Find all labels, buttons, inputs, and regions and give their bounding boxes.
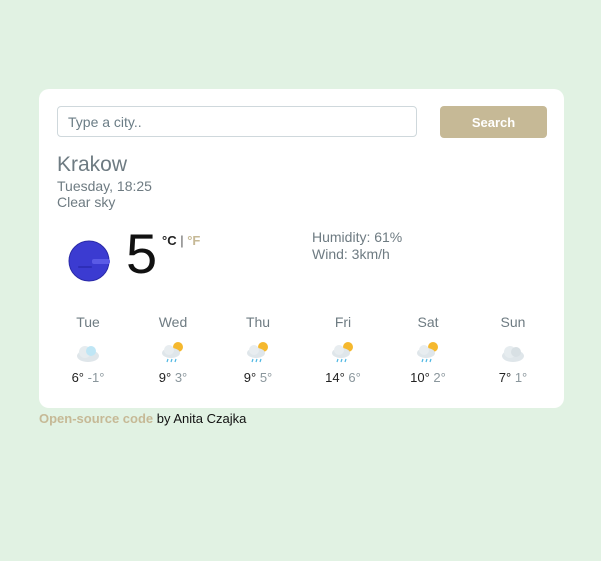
- celsius-unit[interactable]: °C: [162, 233, 177, 248]
- forecast-day-name: Sat: [417, 314, 439, 330]
- forecast-day: Wed 9° 3°: [138, 314, 208, 385]
- forecast-max: 6°: [71, 370, 85, 385]
- forecast-day-name: Sun: [500, 314, 526, 330]
- forecast-day-name: Wed: [158, 314, 188, 330]
- forecast-max: 10°: [410, 370, 430, 385]
- sun-cloud-rain-icon: [332, 342, 353, 363]
- unit-separator: |: [180, 233, 184, 248]
- forecast-temps: 6° -1°: [53, 370, 123, 385]
- forecast-day-name: Fri: [334, 314, 352, 330]
- clear-night-icon: [68, 240, 110, 282]
- city-search-input[interactable]: [57, 106, 417, 137]
- forecast-max: 14°: [325, 370, 345, 385]
- city-name: Krakow: [57, 153, 128, 176]
- footer: Open-source code by Anita Czajka: [39, 411, 246, 426]
- humidity-text: Humidity: 61%: [312, 229, 403, 245]
- weather-details: Humidity: 61% Wind: 3km/h: [312, 229, 402, 263]
- unit-toggle: °C | °F: [162, 233, 200, 248]
- current-temperature: 5: [126, 222, 158, 285]
- forecast-day: Sun 7° 1°: [478, 314, 548, 385]
- wind-text: Wind: 3km/h: [312, 246, 390, 262]
- forecast-max: 9°: [158, 370, 172, 385]
- author-credit: by Anita Czajka: [156, 411, 247, 426]
- forecast-day: Thu 9° 5°: [223, 314, 293, 385]
- forecast-temps: 9° 3°: [138, 370, 208, 385]
- cloud-icon: [77, 346, 99, 362]
- forecast-day: Sat 10° 2°: [393, 314, 463, 385]
- current-date: Tuesday, 18:25: [57, 178, 152, 194]
- forecast-temps: 14° 6°: [308, 370, 378, 385]
- sun-cloud-rain-icon: [417, 342, 438, 363]
- forecast-temps: 10° 2°: [393, 370, 463, 385]
- forecast-min: 3°: [174, 370, 188, 385]
- forecast-min: -1°: [87, 370, 105, 385]
- forecast-min: 5°: [259, 370, 273, 385]
- weather-description: Clear sky: [57, 194, 116, 210]
- forecast-max: 7°: [498, 370, 512, 385]
- sun-cloud-rain-icon: [247, 342, 268, 363]
- forecast-min: 1°: [514, 370, 528, 385]
- forecast-day: Tue 6° -1°: [53, 314, 123, 385]
- forecast-temps: 7° 1°: [478, 370, 548, 385]
- forecast-day-name: Tue: [76, 314, 100, 330]
- forecast-min: 6°: [348, 370, 361, 385]
- sun-cloud-rain-icon: [162, 342, 183, 363]
- forecast-min: 2°: [433, 370, 446, 385]
- forecast-day-name: Thu: [245, 314, 271, 330]
- cloud-icon: [502, 346, 524, 362]
- forecast: Tue 6° -1° Wed 9° 3° Thu 9° 5° Fri 14° 6…: [46, 314, 556, 394]
- source-code-link[interactable]: Open-source code: [39, 411, 153, 426]
- forecast-max: 9°: [243, 370, 257, 385]
- forecast-temps: 9° 5°: [223, 370, 293, 385]
- search-button[interactable]: Search: [440, 106, 547, 138]
- forecast-day: Fri 14° 6°: [308, 314, 378, 385]
- fahrenheit-link[interactable]: °F: [187, 233, 200, 248]
- weather-card: Search Krakow Tuesday, 18:25 Clear sky 5…: [39, 89, 564, 408]
